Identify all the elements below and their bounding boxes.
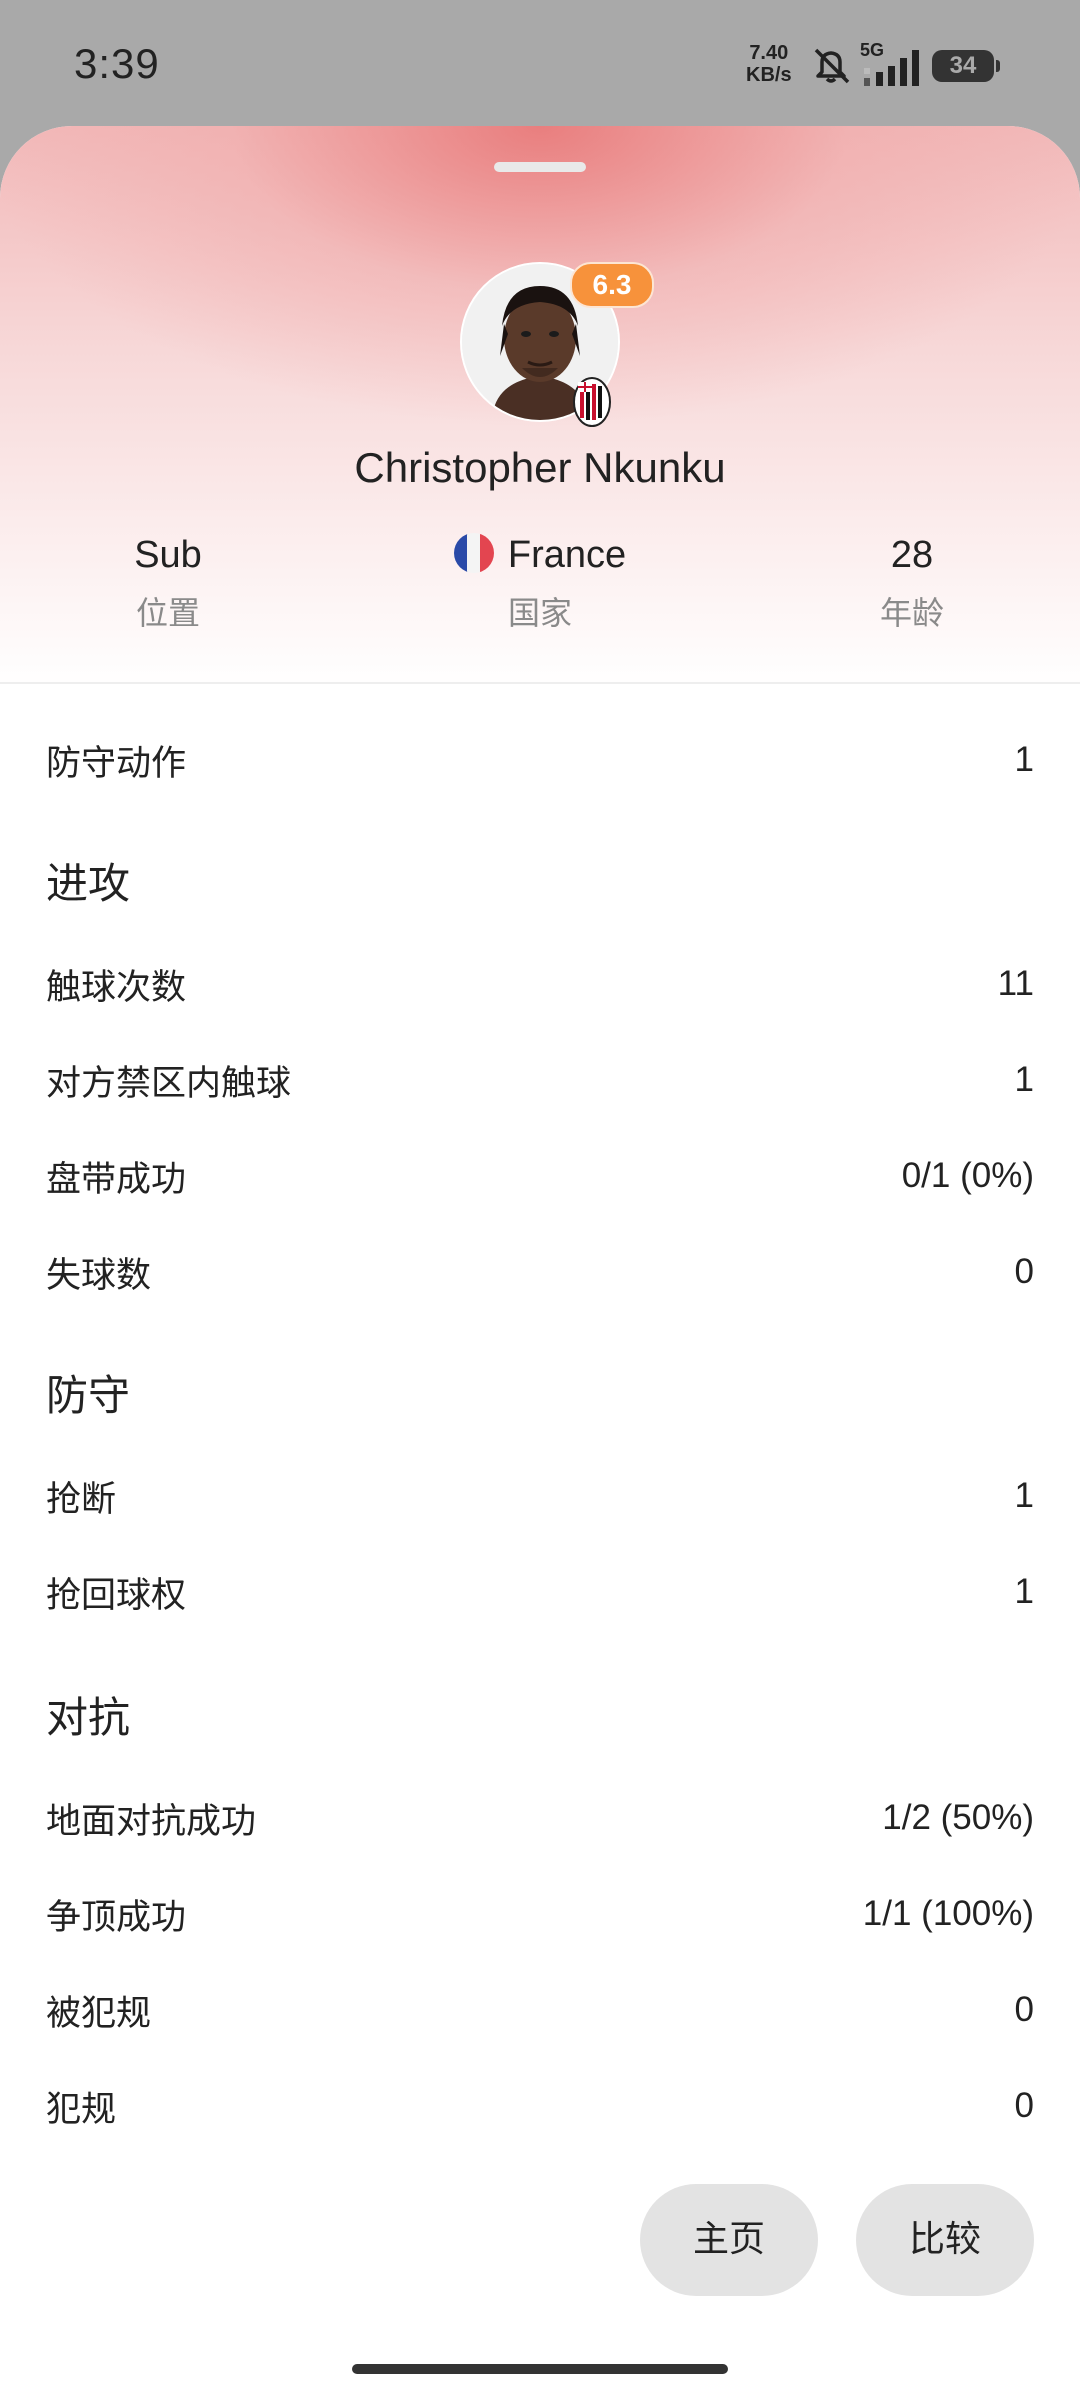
stat-label: 抢回球权	[46, 1575, 187, 1616]
ac-milan-badge-icon	[573, 377, 611, 427]
section-title-duels: 对抗	[46, 1693, 131, 1742]
stat-value: 1	[1014, 1476, 1034, 1515]
stat-value: 0	[1014, 1990, 1034, 2029]
section-title-attack: 进攻	[46, 859, 131, 908]
age-info: 28 年龄	[762, 530, 1062, 634]
stat-value: 11	[997, 964, 1034, 1003]
stat-value: 1	[1014, 740, 1034, 779]
stat-label: 对方禁区内触球	[46, 1063, 292, 1104]
stat-row: 争顶成功 1/1 (100%)	[46, 1884, 1034, 1944]
network-speed-value: 7.40	[749, 42, 789, 64]
rating-badge: 6.3	[570, 262, 654, 308]
network-speed-unit: KB/s	[746, 64, 792, 86]
player-sheet: 6.3 Christopher Nkunku Sub 位置 France 国家 …	[0, 126, 1080, 2400]
battery-icon: 34	[932, 50, 1000, 82]
stat-row: 地面对抗成功 1/2 (50%)	[46, 1788, 1034, 1848]
stat-row: 抢回球权 1	[46, 1562, 1034, 1622]
stat-row: 失球数 0	[46, 1242, 1034, 1302]
stat-label: 失球数	[46, 1255, 152, 1296]
drag-handle[interactable]	[494, 162, 586, 172]
stat-value: 1/1 (100%)	[862, 1894, 1034, 1933]
stat-row: 被犯规 0	[46, 1980, 1034, 2040]
status-bar: 3:39 7.40 KB/s 5G 34	[0, 0, 1080, 130]
stat-label: 盘带成功	[46, 1159, 187, 1200]
home-button[interactable]: 主页	[640, 2184, 818, 2296]
compare-button[interactable]: 比较	[856, 2184, 1034, 2296]
signal-icon	[864, 50, 919, 86]
stat-value: 0/1 (0%)	[901, 1156, 1034, 1195]
stat-row: 盘带成功 0/1 (0%)	[46, 1146, 1034, 1206]
position-info: Sub 位置	[18, 530, 318, 634]
position-label: 位置	[135, 594, 200, 632]
stat-label: 犯规	[46, 2089, 117, 2130]
mute-icon	[814, 48, 850, 84]
stat-label: 抢断	[46, 1479, 117, 1520]
stat-row: 防守动作 1	[46, 730, 1034, 790]
stat-value: 1	[1014, 1572, 1034, 1611]
status-time: 3:39	[74, 40, 160, 87]
country-value: France	[507, 534, 627, 576]
stat-label: 被犯规	[46, 1993, 152, 2034]
age-label: 年龄	[879, 594, 944, 632]
home-indicator[interactable]	[352, 2364, 728, 2374]
network-speed: 7.40 KB/s	[746, 42, 792, 86]
player-name: Christopher Nkunku	[354, 444, 726, 491]
age-value: 28	[890, 534, 934, 576]
player-avatar-group: 6.3	[460, 262, 654, 427]
stat-row: 抢断 1	[46, 1466, 1034, 1526]
stat-value: 1/2 (50%)	[882, 1798, 1034, 1837]
stat-label: 触球次数	[46, 967, 187, 1008]
stat-label: 争顶成功	[46, 1897, 187, 1938]
stat-row: 触球次数 11	[46, 954, 1034, 1014]
country-label: 国家	[507, 594, 572, 632]
position-value: Sub	[134, 534, 202, 576]
stat-value: 0	[1014, 1252, 1034, 1291]
country-info: France 国家	[390, 530, 690, 634]
section-title-defense: 防守	[46, 1371, 131, 1420]
stat-value: 0	[1014, 2086, 1034, 2125]
france-flag-icon	[453, 532, 494, 573]
country-value-wrap: France	[390, 530, 690, 580]
stat-value: 1	[1014, 1060, 1034, 1099]
header-divider	[0, 682, 1080, 684]
stat-row: 犯规 0	[46, 2076, 1034, 2136]
stat-label: 防守动作	[46, 743, 187, 784]
stat-label: 地面对抗成功	[46, 1801, 257, 1842]
stat-row: 对方禁区内触球 1	[46, 1050, 1034, 1110]
